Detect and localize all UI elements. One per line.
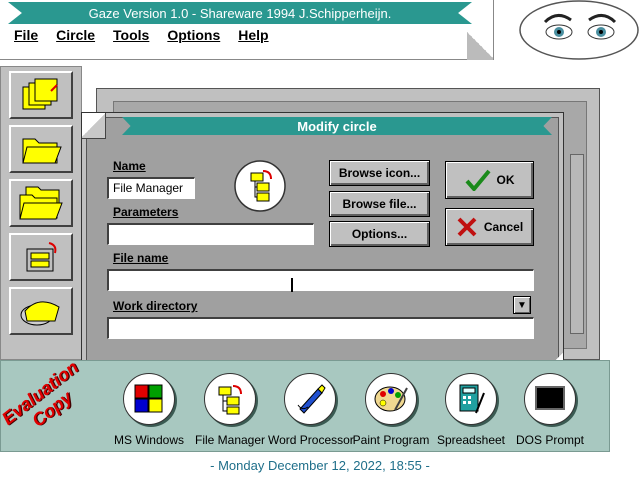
dialog-title: Modify circle — [122, 117, 552, 135]
launcher-spreadsheet[interactable]: Spreadsheet — [429, 373, 513, 447]
background-scrollbar[interactable] — [570, 154, 584, 334]
menu-tools[interactable]: Tools — [113, 27, 149, 43]
file-manager-icon — [218, 385, 242, 415]
launcher-word-processor[interactable]: Word Processor — [268, 373, 354, 447]
ms-windows-icon — [134, 384, 163, 413]
parameters-label: Parameters — [113, 205, 179, 219]
pen-icon — [297, 384, 326, 414]
menu-options[interactable]: Options — [167, 27, 220, 43]
browse-icon-button[interactable]: Browse icon... — [329, 160, 430, 186]
cancel-x-icon — [457, 217, 477, 237]
filename-input[interactable] — [107, 269, 534, 291]
menu-help[interactable]: Help — [238, 27, 268, 43]
workdir-label: Work directory — [113, 299, 198, 313]
dialog-fold-corner — [82, 113, 106, 139]
parameters-input[interactable] — [107, 223, 314, 245]
calculator-icon — [459, 384, 485, 414]
file-cabinet-icon — [22, 78, 58, 110]
evaluation-copy-watermark: Evaluation Copy — [0, 357, 83, 431]
toolbar-button-folder-disk[interactable] — [9, 287, 73, 335]
launcher-bar: Evaluation Copy MS Windows File Manager — [0, 357, 610, 452]
cabinet-arrow-icon — [26, 242, 57, 272]
toolbar-button-open-folder[interactable] — [9, 125, 73, 173]
name-label: Name — [113, 159, 146, 173]
circle-icon-preview[interactable] — [233, 159, 287, 213]
checkmark-icon — [464, 169, 491, 191]
launcher-paint-program[interactable]: Paint Program — [349, 373, 433, 447]
toolbar-button-cabinet-arrow[interactable] — [9, 233, 73, 281]
name-input[interactable]: File Manager — [107, 177, 195, 199]
toolbar-button-cabinet[interactable] — [9, 71, 73, 119]
page-curl-corner — [467, 30, 493, 60]
menu-circle[interactable]: Circle — [56, 27, 95, 43]
workdir-input[interactable] — [107, 317, 534, 339]
app-window: Gaze Version 1.0 - Shareware 1994 J.Schi… — [0, 0, 494, 60]
launcher-dos-prompt[interactable]: DOS Prompt — [508, 373, 592, 447]
dos-screen-icon — [535, 386, 565, 410]
ok-button[interactable]: OK — [445, 161, 534, 199]
folders-icon — [19, 186, 63, 220]
menu-bar: File Circle Tools Options Help — [14, 27, 269, 43]
left-toolbar — [0, 66, 82, 360]
modify-circle-dialog: Modify circle Name File Manager Paramete… — [81, 112, 564, 368]
eyes-logo-icon — [519, 0, 639, 60]
text-cursor-icon — [291, 278, 293, 292]
open-folder-icon — [22, 138, 62, 164]
browse-file-button[interactable]: Browse file... — [329, 191, 430, 217]
palette-icon — [374, 386, 408, 412]
options-button[interactable]: Options... — [329, 221, 430, 247]
toolbar-button-folders[interactable] — [9, 179, 73, 227]
workdir-dropdown-button[interactable]: ▼ — [513, 296, 531, 314]
launcher-ms-windows[interactable]: MS Windows — [107, 373, 191, 447]
status-datetime: - Monday December 12, 2022, 18:55 - — [210, 458, 430, 473]
chevron-down-icon: ▼ — [517, 299, 527, 311]
filename-label: File name — [113, 251, 169, 265]
menu-file[interactable]: File — [14, 27, 38, 43]
cancel-button[interactable]: Cancel — [445, 208, 534, 246]
app-title-bar: Gaze Version 1.0 - Shareware 1994 J.Schi… — [8, 2, 472, 24]
folder-disk-icon — [20, 301, 60, 326]
launcher-file-manager[interactable]: File Manager — [188, 373, 272, 447]
